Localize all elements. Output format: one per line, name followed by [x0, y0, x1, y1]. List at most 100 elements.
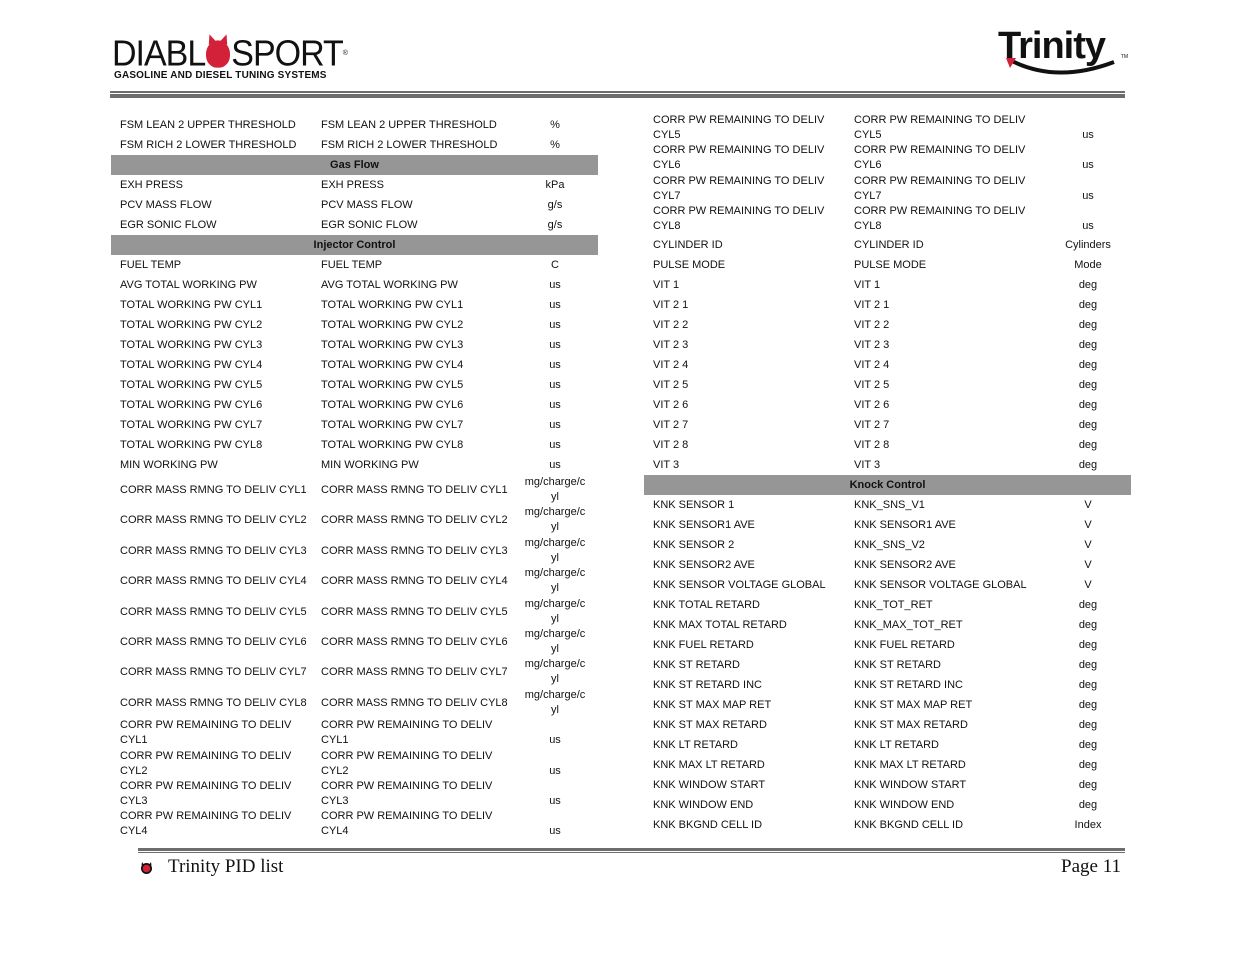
- cell-pid-name: TOTAL WORKING PW CYL4: [321, 359, 464, 371]
- cell-parameter-name: AVG TOTAL WORKING PW: [120, 279, 257, 291]
- cell-pid-name: EGR SONIC FLOW: [321, 219, 418, 231]
- cell-pid-name: VIT 2 2: [854, 318, 890, 331]
- cell-parameter-name: VIT 2 5: [653, 378, 689, 391]
- table-row: CORR MASS RMNG TO DELIV CYL7 CORR MASS RM…: [111, 657, 598, 687]
- cell-unit: g/s: [547, 199, 563, 211]
- cell-unit: us: [549, 734, 561, 747]
- cell-pid-name: CORR MASS RMNG TO DELIV CYL1: [321, 484, 508, 496]
- cell-parameter-name: TOTAL WORKING PW CYL3: [120, 339, 263, 351]
- cell-unit: C: [551, 259, 559, 271]
- cell-pid-name: VIT 2 4: [854, 358, 890, 371]
- trinity-logo: Trinity TM: [996, 26, 1128, 80]
- cell-parameter-name: VIT 1: [653, 278, 680, 291]
- cell-pid-name: CORR MASS RMNG TO DELIV CYL3: [321, 544, 508, 557]
- cell-pid-name: CORR PW REMAINING TO DELIV CYL8: [854, 205, 1026, 233]
- table-row: KNK TOTAL RETARD KNK_TOT_RET deg: [644, 595, 1131, 615]
- table-row: CORR PW REMAINING TO DELIV CYL1 CORR PW R…: [111, 718, 598, 748]
- cell-parameter-name: CORR PW REMAINING TO DELIV CYL7: [653, 174, 825, 202]
- table-row: KNK SENSOR 2 KNK_SNS_V2 V: [644, 535, 1131, 555]
- cell-pid-name: CORR PW REMAINING TO DELIV CYL5: [854, 114, 1026, 141]
- cell-unit: us: [1082, 220, 1094, 233]
- cell-parameter-name: VIT 2 7: [653, 418, 689, 431]
- cell-pid-name: KNK MAX LT RETARD: [854, 758, 966, 771]
- cell-unit: mg/charge/c yl: [524, 688, 586, 716]
- table-row: KNK SENSOR2 AVE KNK SENSOR2 AVE V: [644, 555, 1131, 575]
- cell-unit: deg: [1078, 298, 1098, 311]
- section-header: Knock Control: [644, 474, 1131, 495]
- cell-unit: deg: [1078, 598, 1098, 611]
- cell-parameter-name: TOTAL WORKING PW CYL2: [120, 319, 263, 331]
- cell-unit: us: [549, 299, 561, 311]
- cell-parameter-name: KNK MAX LT RETARD: [653, 758, 765, 771]
- cell-parameter-name: EGR SONIC FLOW: [120, 219, 217, 231]
- cell-parameter-name: VIT 2 4: [653, 358, 689, 371]
- table-row: VIT 2 3 VIT 2 3 deg: [644, 335, 1131, 355]
- cell-unit: deg: [1078, 778, 1098, 791]
- cell-unit: us: [549, 359, 561, 371]
- cell-parameter-name: CORR PW REMAINING TO DELIV CYL4: [120, 810, 292, 838]
- cell-unit: us: [549, 764, 561, 777]
- cell-parameter-name: VIT 2 3: [653, 338, 689, 351]
- table-row: TOTAL WORKING PW CYL6 TOTAL WORKING PW CY…: [111, 395, 598, 415]
- table-row: VIT 1 VIT 1 deg: [644, 275, 1131, 295]
- cell-unit: Cylinders: [1065, 238, 1111, 251]
- cell-pid-name: KNK BKGND CELL ID: [854, 818, 964, 831]
- table-row: VIT 2 8 VIT 2 8 deg: [644, 435, 1131, 455]
- table-row: KNK LT RETARD KNK LT RETARD deg: [644, 735, 1131, 755]
- cell-unit: us: [549, 379, 561, 391]
- cell-unit: deg: [1078, 438, 1098, 451]
- cell-parameter-name: KNK SENSOR1 AVE: [653, 518, 755, 531]
- devil-head-icon: [206, 40, 231, 68]
- cell-unit: mg/charge/c yl: [524, 567, 586, 595]
- footer-document-title: Trinity PID list: [168, 856, 284, 877]
- cell-pid-name: PULSE MODE: [854, 258, 927, 271]
- cell-parameter-name: EXH PRESS: [120, 179, 183, 191]
- cell-parameter-name: VIT 2 2: [653, 318, 689, 331]
- header-rule-thin: [110, 91, 1125, 93]
- cell-parameter-name: CORR MASS RMNG TO DELIV CYL3: [120, 544, 307, 557]
- table-row: KNK WINDOW START KNK WINDOW START deg: [644, 775, 1131, 795]
- table-row: KNK ST RETARD INC KNK ST RETARD INC deg: [644, 675, 1131, 695]
- cell-unit: deg: [1078, 618, 1098, 631]
- cell-unit: mg/charge/c yl: [524, 536, 586, 564]
- table-row: KNK FUEL RETARD KNK FUEL RETARD deg: [644, 635, 1131, 655]
- cell-pid-name: TOTAL WORKING PW CYL6: [321, 399, 464, 411]
- cell-parameter-name: TOTAL WORKING PW CYL4: [120, 359, 263, 371]
- table-row: KNK SENSOR VOLTAGE GLOBAL KNK SENSOR VOLT…: [644, 575, 1131, 595]
- cell-unit: kPa: [545, 179, 565, 191]
- cell-parameter-name: PULSE MODE: [653, 258, 726, 271]
- section-header: Injector Control: [111, 235, 598, 255]
- cell-parameter-name: KNK SENSOR2 AVE: [653, 558, 755, 571]
- table-row: CORR PW REMAINING TO DELIV CYL4 CORR PW R…: [111, 809, 598, 839]
- cell-parameter-name: KNK MAX TOTAL RETARD: [653, 618, 787, 631]
- table-row: TOTAL WORKING PW CYL4 TOTAL WORKING PW CY…: [111, 355, 598, 375]
- cell-pid-name: CORR PW REMAINING TO DELIV CYL1: [321, 719, 493, 747]
- cell-unit: %: [550, 139, 560, 151]
- table-row: TOTAL WORKING PW CYL8 TOTAL WORKING PW CY…: [111, 435, 598, 455]
- cell-pid-name: TOTAL WORKING PW CYL3: [321, 339, 464, 351]
- header-rule-thick: [110, 94, 1125, 98]
- table-row: EGR SONIC FLOW EGR SONIC FLOW g/s: [111, 215, 598, 235]
- table-row: CORR MASS RMNG TO DELIV CYL1 CORR MASS RM…: [111, 475, 598, 505]
- cell-parameter-name: FSM RICH 2 LOWER THRESHOLD: [120, 139, 297, 151]
- cell-unit: deg: [1078, 638, 1098, 651]
- cell-unit: us: [1082, 159, 1094, 172]
- cell-unit: V: [1084, 498, 1092, 511]
- cell-unit: deg: [1078, 718, 1098, 731]
- cell-parameter-name: KNK ST RETARD INC: [653, 678, 762, 691]
- cell-pid-name: CORR PW REMAINING TO DELIV CYL4: [321, 810, 493, 838]
- section-header: Gas Flow: [111, 155, 598, 175]
- table-row: CYLINDER ID CYLINDER ID Cylinders: [644, 235, 1131, 255]
- footer-rule-thin: [138, 852, 1125, 853]
- cell-unit: mg/charge/c yl: [524, 506, 586, 534]
- cell-parameter-name: PCV MASS FLOW: [120, 199, 212, 211]
- table-row: CORR PW REMAINING TO DELIV CYL2 CORR PW R…: [111, 749, 598, 779]
- cell-unit: deg: [1078, 318, 1098, 331]
- cell-parameter-name: CORR MASS RMNG TO DELIV CYL5: [120, 605, 307, 618]
- table-row: KNK BKGND CELL ID KNK BKGND CELL ID Index: [644, 815, 1131, 835]
- cell-parameter-name: KNK TOTAL RETARD: [653, 598, 760, 611]
- cell-pid-name: KNK ST RETARD: [854, 658, 941, 671]
- cell-pid-name: TOTAL WORKING PW CYL5: [321, 379, 464, 391]
- table-row: FSM RICH 2 LOWER THRESHOLD FSM RICH 2 LOW…: [111, 135, 598, 155]
- cell-pid-name: FSM RICH 2 LOWER THRESHOLD: [321, 139, 498, 151]
